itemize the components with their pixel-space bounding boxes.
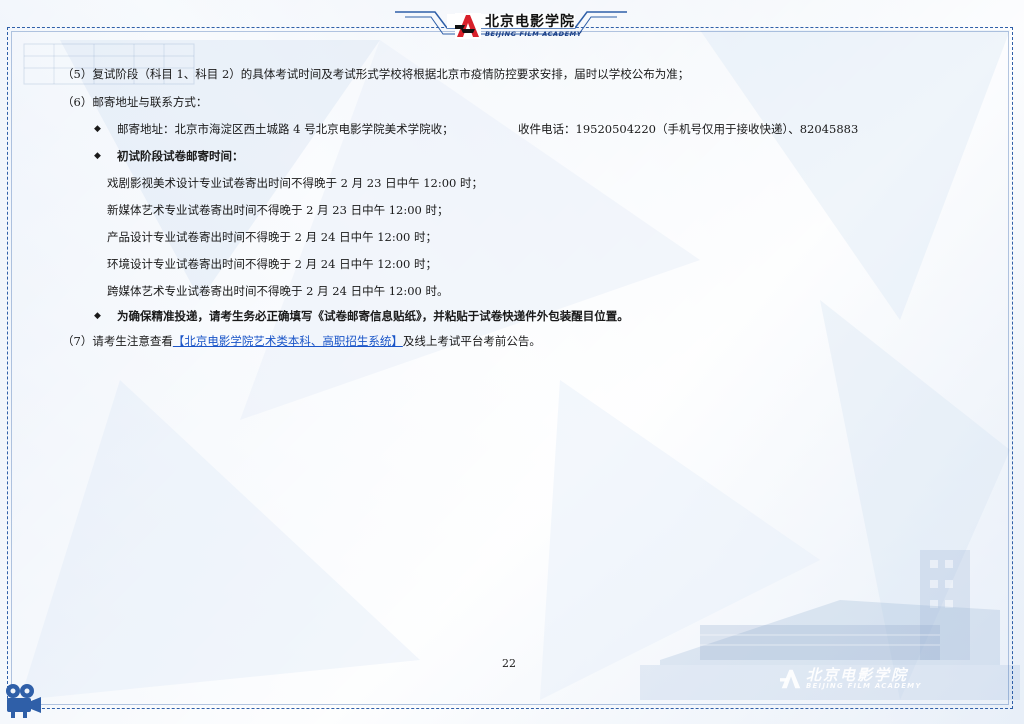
- deadline-item: 产品设计专业试卷寄出时间不得晚于 2 月 24 日中午 12:00 时；: [107, 230, 438, 244]
- contact-phone: 收件电话：19520504220（手机号仅用于接收快递）、82045883: [518, 122, 859, 136]
- bullet-icon: ◆: [94, 151, 101, 161]
- bullet-icon: ◆: [94, 311, 101, 321]
- item-7-suffix: 及线上考试平台考前公告。: [402, 334, 541, 348]
- film-camera-icon: [6, 684, 41, 718]
- item-7-prefix: （7）请考生注意查看: [62, 334, 173, 348]
- footer-star-logo-icon: [780, 669, 801, 689]
- deadline-item: 戏剧影视美术设计专业试卷寄出时间不得晚于 2 月 23 日中午 12:00 时；: [107, 176, 484, 190]
- deadline-item: 新媒体艺术专业试卷寄出时间不得晚于 2 月 23 日中午 12:00 时；: [107, 203, 449, 217]
- item-7: （7）请考生注意查看【北京电影学院艺术类本科、高职招生系统】及线上考试平台考前公…: [62, 333, 541, 349]
- star-logo-icon: [455, 13, 481, 39]
- admission-system-link[interactable]: 【北京电影学院艺术类本科、高职招生系统】: [173, 334, 403, 348]
- deadline-item: 跨媒体艺术专业试卷寄出时间不得晚于 2 月 24 日中午 12:00 时。: [107, 284, 449, 298]
- footer-logo-chinese: 北京电影学院: [806, 666, 909, 684]
- logo-chinese-name: 北京电影学院: [485, 13, 575, 30]
- mailing-address: 邮寄地址：北京市海淀区西土城路 4 号北京电影学院美术学院收；: [117, 122, 454, 136]
- footer-logo-english: BEIJING FILM ACADEMY: [806, 682, 922, 690]
- page-number: 22: [502, 657, 516, 670]
- notice-text: 为确保精准投递，请考生务必正确填写《试卷邮寄信息贴纸》，并粘贴于试卷快递件外包装…: [117, 309, 629, 323]
- deadline-title: 初试阶段试卷邮寄时间：: [117, 149, 244, 163]
- header-logo: 北京电影学院 BEIJING FILM ACADEMY: [455, 13, 582, 39]
- footer-logo: 北京电影学院 BEIJING FILM ACADEMY: [780, 668, 922, 690]
- item-5: （5）复试阶段（科目 1、科目 2）的具体考试时间及考试形式学校将根据北京市疫情…: [62, 67, 690, 81]
- item-6: （6）邮寄地址与联系方式：: [62, 95, 208, 109]
- bullet-icon: ◆: [94, 124, 101, 134]
- deadline-item: 环境设计专业试卷寄出时间不得晚于 2 月 24 日中午 12:00 时；: [107, 257, 438, 271]
- logo-english-name: BEIJING FILM ACADEMY: [485, 29, 583, 38]
